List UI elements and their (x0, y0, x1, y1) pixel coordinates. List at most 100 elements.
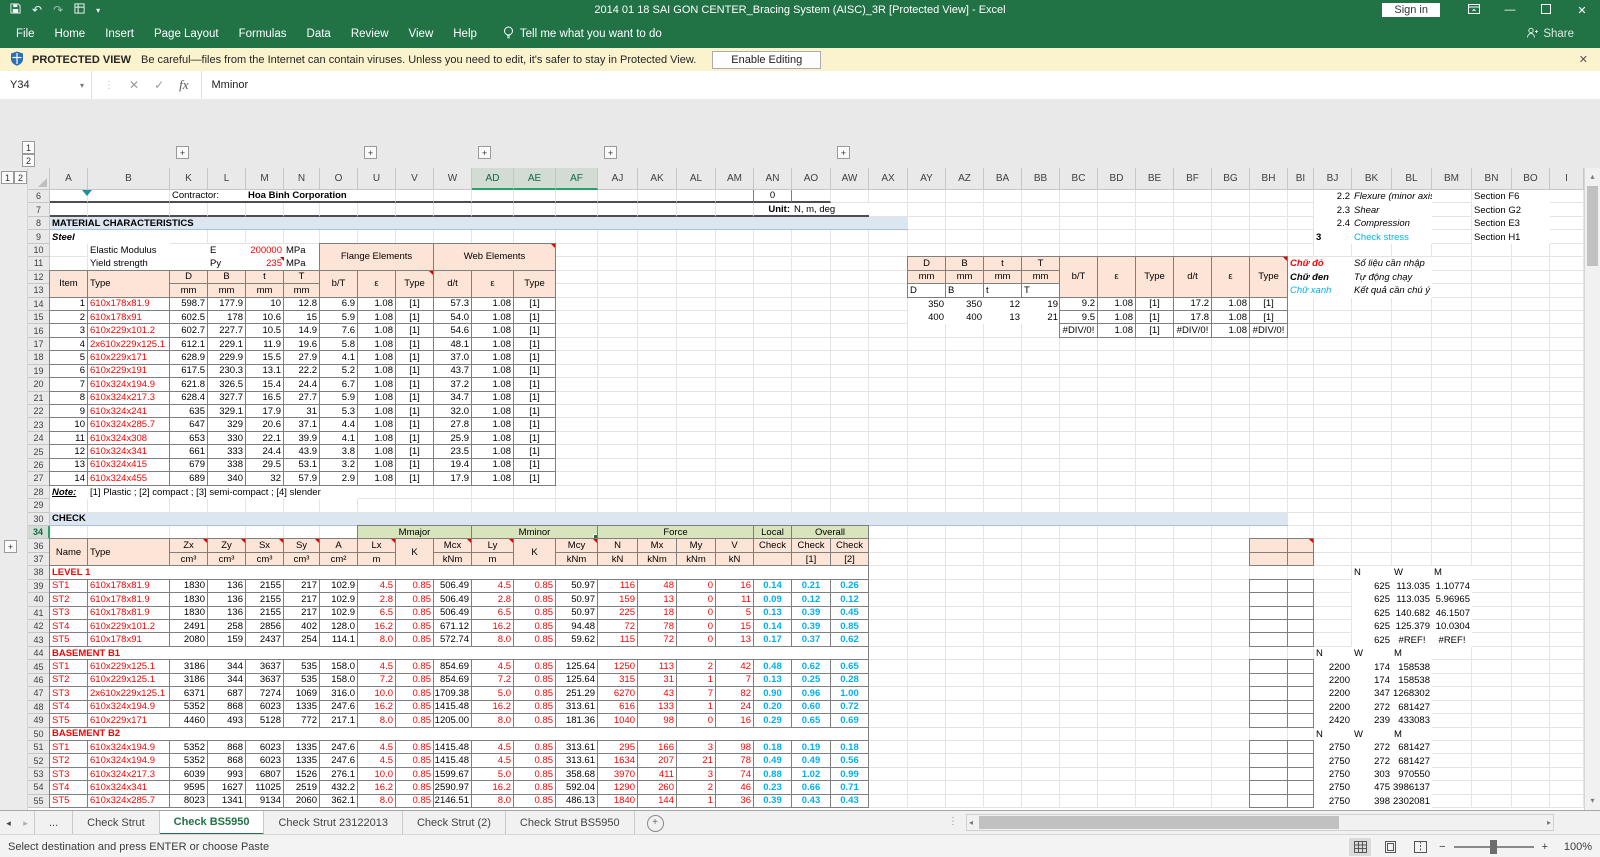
cell[interactable] (1136, 539, 1174, 553)
cell[interactable]: 1.08 (357, 457, 396, 473)
cell[interactable]: 50.97 (555, 605, 598, 620)
cell[interactable]: 610x178x91 (87, 632, 170, 647)
column-header-BD[interactable]: BD (1098, 168, 1136, 190)
cell[interactable] (1212, 660, 1250, 674)
cell[interactable] (246, 230, 284, 244)
cell[interactable] (677, 499, 716, 513)
cell[interactable] (869, 606, 908, 620)
cell[interactable]: 10.0 (357, 686, 396, 701)
cell[interactable]: 57.9 (283, 471, 320, 486)
cell[interactable]: 5352 (169, 739, 208, 755)
cell[interactable] (1174, 539, 1212, 553)
cell[interactable]: 610x229x171 (87, 713, 170, 728)
cancel-icon[interactable]: ✕ (129, 78, 139, 92)
cell[interactable] (984, 646, 1022, 661)
cell[interactable]: 116 (597, 578, 638, 594)
cell[interactable] (1512, 257, 1550, 271)
cell[interactable]: 235 (246, 257, 284, 270)
cell[interactable]: 2750 (1314, 768, 1352, 781)
cell[interactable] (1550, 633, 1584, 647)
cell[interactable] (1136, 499, 1174, 513)
cell[interactable]: 0.65 (791, 713, 831, 728)
cell[interactable]: [1] (513, 309, 556, 325)
cell[interactable]: Check (830, 538, 869, 553)
cell[interactable]: Note: (50, 486, 88, 499)
tab-help[interactable]: Help (443, 20, 487, 48)
cell[interactable] (1174, 485, 1212, 500)
cell[interactable]: ST2 (49, 592, 88, 607)
cell[interactable]: 625 (1352, 593, 1392, 606)
cell[interactable] (716, 418, 754, 432)
cell[interactable]: 1.08 (1097, 296, 1136, 311)
qat-customize-icon[interactable]: ▾ (96, 6, 100, 15)
cell[interactable] (831, 499, 869, 513)
cell[interactable]: 9134 (245, 793, 284, 809)
cell[interactable]: Steel (50, 230, 170, 243)
cell[interactable] (1432, 203, 1472, 217)
row-header-34[interactable]: 34 (28, 525, 50, 540)
cell[interactable]: M (1432, 566, 1472, 579)
cell[interactable] (1249, 659, 1288, 674)
cell[interactable] (1472, 351, 1512, 365)
cell[interactable] (1352, 472, 1392, 486)
cell[interactable]: 8.0 (357, 713, 396, 728)
cell[interactable] (946, 673, 984, 688)
sheet-tab-more[interactable]: ... (34, 811, 74, 835)
cell[interactable]: 315 (597, 672, 638, 688)
cell[interactable]: 2491 (169, 619, 208, 634)
cell[interactable]: 7.2 (357, 672, 396, 688)
cell[interactable] (1392, 391, 1432, 405)
cell[interactable]: 46.1507 (1432, 607, 1472, 620)
cell[interactable]: [1] (395, 404, 434, 419)
row-header-18[interactable]: 18 (28, 351, 50, 365)
cell[interactable]: 0.72 (830, 699, 869, 715)
cell[interactable] (946, 243, 984, 258)
cell[interactable]: 12 (49, 444, 88, 459)
cell[interactable]: 1.08 (1211, 309, 1250, 325)
cell[interactable]: 102.9 (319, 578, 358, 594)
cell[interactable]: 0 (676, 632, 716, 647)
cell[interactable]: 10 (245, 296, 284, 311)
cell[interactable] (1136, 633, 1174, 647)
cell[interactable] (1550, 552, 1584, 567)
cell[interactable] (1060, 230, 1098, 244)
minimize-button[interactable]: — (1492, 4, 1528, 16)
cell[interactable]: Shear (1352, 203, 1432, 216)
cell[interactable] (1250, 351, 1288, 365)
cell[interactable]: Ly (471, 538, 514, 553)
cell[interactable]: #DIV/0! (1249, 323, 1288, 338)
cell[interactable]: 0.13 (753, 605, 792, 620)
cell[interactable]: Type (87, 269, 170, 298)
cell[interactable]: 2060 (283, 793, 320, 809)
cell[interactable] (1287, 780, 1314, 795)
cell[interactable]: N (1314, 728, 1352, 741)
cell[interactable]: 432.2 (319, 780, 358, 795)
cell[interactable] (1314, 391, 1352, 405)
cell[interactable] (946, 646, 984, 661)
tab-view[interactable]: View (399, 20, 444, 48)
cell[interactable] (1022, 216, 1060, 231)
cell[interactable]: Elastic Modulus (88, 244, 208, 257)
cell[interactable] (792, 324, 831, 338)
cell[interactable]: 0.85 (395, 659, 434, 674)
cell[interactable] (1472, 620, 1512, 634)
cell[interactable] (1512, 378, 1550, 392)
cell[interactable] (358, 499, 396, 513)
cell[interactable] (716, 499, 754, 513)
cell[interactable] (1250, 391, 1288, 405)
cell[interactable]: 102.9 (319, 592, 358, 607)
cell[interactable] (869, 714, 908, 728)
cell[interactable] (908, 431, 946, 446)
cell[interactable] (1352, 525, 1392, 540)
cell[interactable]: 4.5 (471, 739, 514, 755)
cell[interactable] (869, 525, 908, 540)
cell[interactable]: 854.69 (433, 672, 472, 688)
cell[interactable] (984, 190, 1022, 204)
cell[interactable]: [1] (1249, 296, 1288, 311)
cell[interactable]: 6270 (597, 686, 638, 701)
cell[interactable]: 1830 (169, 592, 208, 607)
cell[interactable] (869, 646, 908, 661)
cell[interactable]: 0 (676, 578, 716, 594)
cell[interactable] (638, 257, 677, 271)
cell[interactable] (1512, 337, 1550, 352)
